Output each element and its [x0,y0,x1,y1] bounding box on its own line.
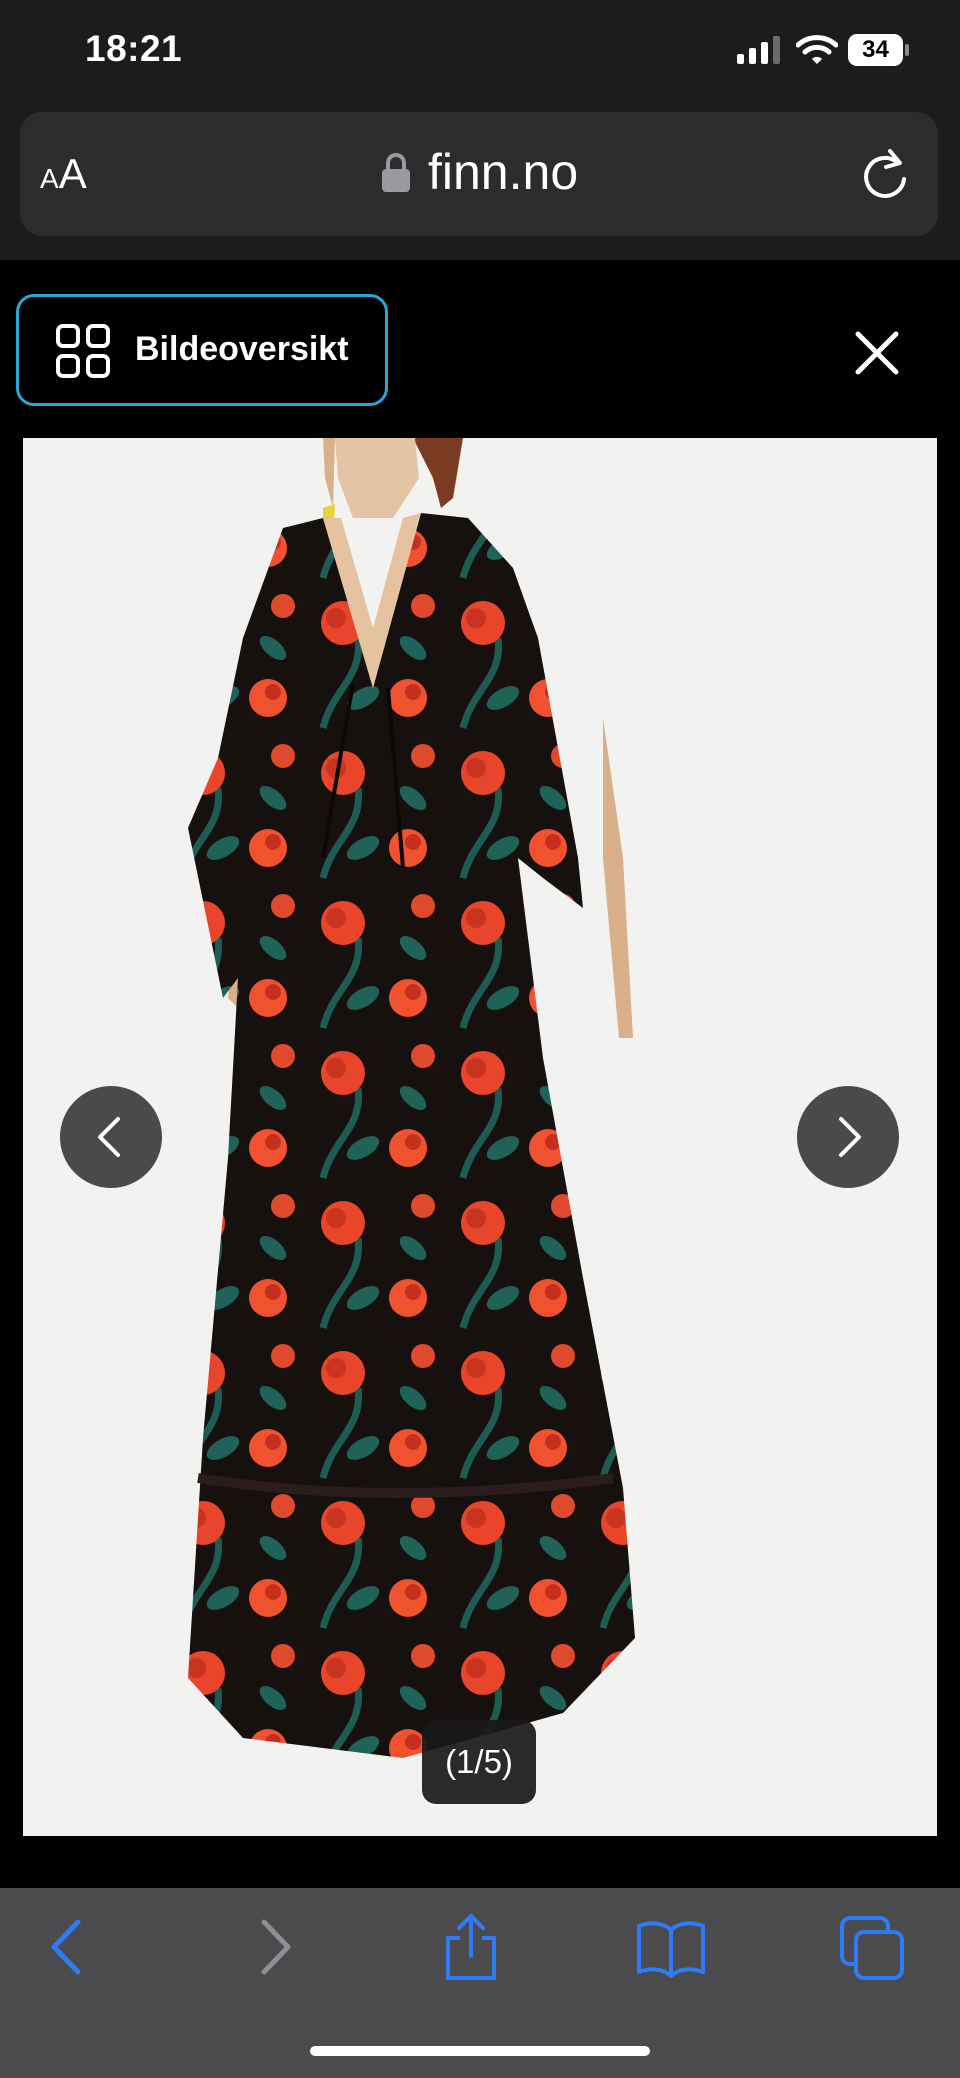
reader-label-small: A [40,163,59,194]
url-text[interactable]: finn.no [428,143,578,201]
back-icon[interactable] [40,1912,90,1982]
next-image-button[interactable] [797,1086,899,1188]
bookmarks-icon[interactable] [635,1912,707,1982]
image-counter: (1/5) [422,1720,536,1804]
reader-label-large: A [58,150,87,197]
reload-icon[interactable] [860,147,910,201]
image-overview-label: Bildeoversikt [135,330,349,368]
tabs-icon[interactable] [838,1912,908,1982]
reader-text-size-button[interactable]: AA [40,150,87,198]
cellular-signal-icon [737,36,780,64]
battery-icon: 34 [848,34,909,66]
wifi-icon [796,35,838,64]
grid-icon [56,324,110,378]
chevron-right-icon [839,1117,861,1157]
status-time: 18:21 [85,28,183,69]
gallery-footer-space [0,1836,960,1888]
close-icon[interactable] [850,326,904,380]
previous-image-button[interactable] [60,1086,162,1188]
home-indicator [310,2046,650,2056]
forward-icon[interactable] [250,1912,300,1982]
lock-icon [382,153,410,192]
share-icon[interactable] [440,1912,502,1982]
battery-level: 34 [862,36,889,63]
chevron-left-icon [98,1117,120,1157]
